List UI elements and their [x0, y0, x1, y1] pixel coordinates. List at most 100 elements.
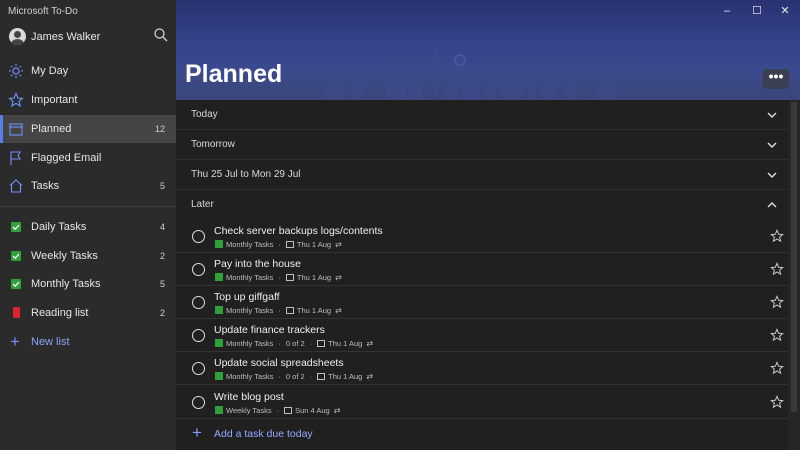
list-checkbox-icon [215, 306, 223, 315]
list-item-weekly-tasks[interactable]: Weekly Tasks 2 [0, 242, 176, 270]
task-row[interactable]: Check server backups logs/contents Month… [176, 220, 788, 253]
list-item-reading-list[interactable]: Reading list 2 [0, 299, 176, 327]
task-row[interactable]: Top up giffgaff Monthly Tasks · Thu 1 Aug ⇄ [176, 286, 788, 319]
section-later[interactable]: Later [176, 190, 788, 220]
header-banner: – ☐ ✕ Planned ••• [176, 0, 800, 100]
star-icon[interactable] [770, 262, 784, 276]
complete-task-checkbox[interactable] [192, 296, 205, 309]
task-meta: Monthly Tasks · Thu 1 Aug ⇄ [215, 272, 342, 282]
list-checkbox-icon [215, 372, 223, 381]
checkbox-icon [11, 222, 21, 232]
plus-icon: + [192, 423, 202, 442]
task-title: Check server backups logs/contents [214, 225, 383, 237]
task-list-name: Weekly Tasks [226, 405, 272, 415]
list-item-daily-tasks[interactable]: Daily Tasks 4 [0, 213, 176, 241]
list-item-label: Weekly Tasks [31, 250, 98, 262]
sidebar-item-flagged-email[interactable]: Flagged Email [0, 144, 176, 172]
list-checkbox-icon [215, 339, 223, 348]
task-due-date: Sun 4 Aug [295, 405, 330, 415]
app-title: Microsoft To-Do [8, 6, 78, 17]
task-list-name: Monthly Tasks [226, 305, 274, 315]
add-task-placeholder: Add a task due today [214, 428, 313, 440]
star-icon[interactable] [770, 361, 784, 375]
chevron-down-icon[interactable] [766, 169, 778, 181]
complete-task-checkbox[interactable] [192, 396, 205, 409]
task-title: Pay into the house [214, 258, 301, 270]
chevron-down-icon[interactable] [766, 109, 778, 121]
list-item-count: 5 [159, 279, 165, 289]
main-panel: – ☐ ✕ Planned ••• Today Tomorrow Thu 25 … [176, 0, 800, 450]
home-icon [9, 179, 23, 193]
section-date-range[interactable]: Thu 25 Jul to Mon 29 Jul [176, 160, 788, 190]
list-item-count: 4 [159, 222, 165, 232]
list-item-label: Monthly Tasks [31, 278, 101, 290]
repeat-icon: ⇄ [335, 305, 342, 315]
task-meta: Monthly Tasks · Thu 1 Aug ⇄ [215, 239, 342, 249]
complete-task-checkbox[interactable] [192, 362, 205, 375]
task-due-date: Thu 1 Aug [328, 338, 363, 348]
avatar[interactable] [9, 28, 26, 45]
list-checkbox-icon [215, 273, 223, 282]
scrollbar[interactable] [788, 100, 800, 450]
user-name: James Walker [31, 31, 101, 43]
section-today[interactable]: Today [176, 100, 788, 130]
complete-task-checkbox[interactable] [192, 230, 205, 243]
task-row[interactable]: Pay into the house Monthly Tasks · Thu 1 A… [176, 253, 788, 286]
task-due-date: Thu 1 Aug [328, 371, 363, 381]
section-label: Later [191, 199, 214, 210]
task-steps: 0 of 2 [285, 371, 305, 381]
more-options-button[interactable]: ••• [763, 69, 789, 89]
user-profile[interactable]: James Walker [0, 22, 176, 52]
calendar-icon [317, 339, 326, 347]
new-list-button[interactable]: + New list [0, 328, 176, 356]
task-list-name: Monthly Tasks [226, 338, 274, 348]
sidebar-item-tasks[interactable]: Tasks 5 [0, 172, 176, 200]
repeat-icon: ⇄ [333, 405, 341, 415]
star-icon[interactable] [770, 328, 784, 342]
task-list-name: Monthly Tasks [226, 371, 274, 381]
maximize-icon[interactable]: ☐ [750, 4, 764, 18]
list-item-monthly-tasks[interactable]: Monthly Tasks 5 [0, 270, 176, 298]
star-icon[interactable] [770, 395, 784, 409]
task-title: Top up giffgaff [214, 291, 280, 303]
repeat-icon: ⇄ [335, 272, 342, 282]
star-icon [8, 92, 24, 108]
sidebar: Microsoft To-Do James Walker My Day Impo… [0, 0, 176, 450]
sidebar-item-label: Tasks [31, 180, 60, 192]
sidebar-item-count: 5 [159, 181, 165, 191]
new-list-label: New list [31, 336, 70, 348]
task-row[interactable]: Update finance trackers Monthly Tasks · 0 … [176, 319, 788, 352]
task-row[interactable]: Write blog post Weekly Tasks · Sun 4 Aug ⇄ [176, 386, 788, 419]
search-icon[interactable] [153, 27, 169, 43]
add-task-input[interactable]: + Add a task due today [176, 420, 788, 448]
close-icon[interactable]: ✕ [778, 4, 792, 18]
chevron-up-icon[interactable] [766, 199, 778, 211]
calendar-icon [285, 240, 294, 248]
chevron-down-icon[interactable] [766, 139, 778, 151]
sidebar-item-my-day[interactable]: My Day [0, 57, 176, 85]
task-due-date: Thu 1 Aug [296, 272, 332, 282]
task-meta: Weekly Tasks · Sun 4 Aug ⇄ [215, 405, 340, 415]
sidebar-item-planned[interactable]: Planned 12 [0, 115, 176, 143]
section-label: Tomorrow [191, 139, 235, 150]
complete-task-checkbox[interactable] [192, 329, 205, 342]
list-item-label: Reading list [31, 307, 89, 319]
repeat-icon: ⇄ [366, 338, 374, 348]
calendar-icon [9, 123, 23, 136]
task-row[interactable]: Update social spreadsheets Monthly Tasks… [176, 352, 788, 385]
star-icon[interactable] [770, 295, 784, 309]
section-tomorrow[interactable]: Tomorrow [176, 130, 788, 160]
list-item-label: Daily Tasks [31, 221, 87, 233]
task-title: Update social spreadsheets [214, 357, 344, 369]
section-label: Today [191, 109, 218, 120]
complete-task-checkbox[interactable] [192, 263, 205, 276]
section-label: Thu 25 Jul to Mon 29 Jul [191, 169, 301, 180]
scrollbar-thumb[interactable] [791, 102, 797, 412]
sidebar-item-important[interactable]: Important [0, 86, 176, 114]
star-icon[interactable] [770, 229, 784, 243]
task-title: Write blog post [214, 391, 284, 403]
task-steps: 0 of 2 [285, 338, 305, 348]
minimize-icon[interactable]: – [720, 4, 734, 18]
repeat-icon: ⇄ [335, 239, 342, 249]
sidebar-item-label: Important [31, 94, 78, 106]
